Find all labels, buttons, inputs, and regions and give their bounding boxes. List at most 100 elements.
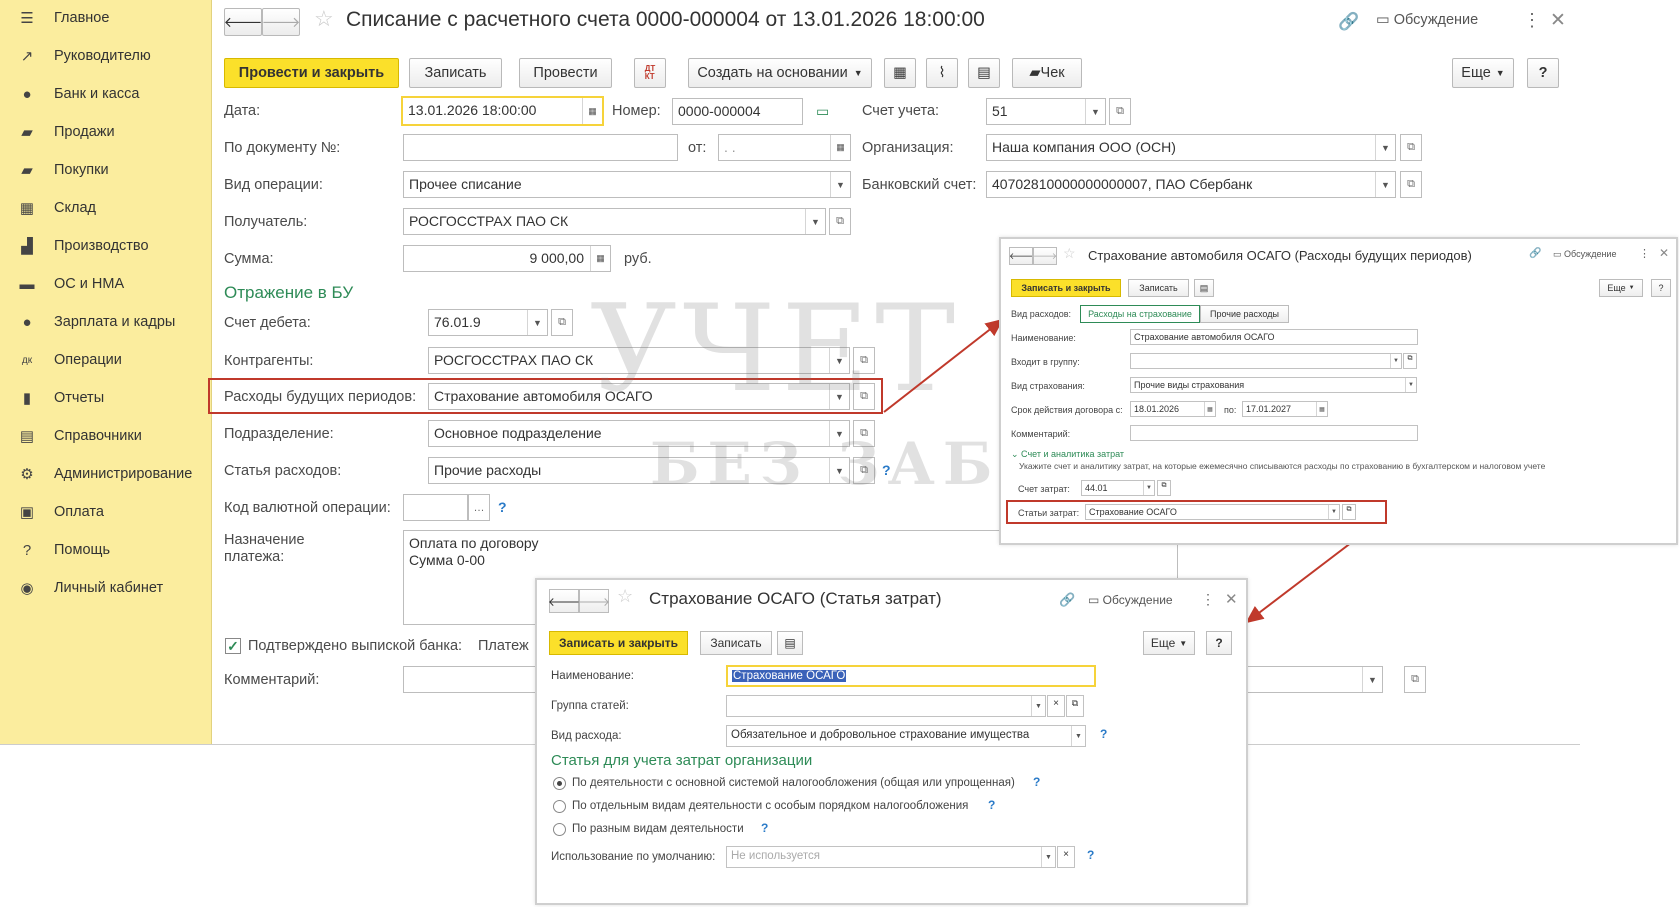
term-to-field[interactable]: 17.01.2027 ▦ xyxy=(1242,401,1328,417)
open-cost-items-button[interactable]: ⧉ xyxy=(1342,504,1356,520)
help-question-icon[interactable]: ? xyxy=(1087,848,1094,862)
forward-button[interactable]: 🡒 xyxy=(1033,247,1057,265)
star-icon[interactable]: ☆ xyxy=(617,586,633,607)
comment-field[interactable] xyxy=(1130,425,1418,441)
chevron-down-icon[interactable]: ▼ xyxy=(1328,505,1339,519)
discussion-button[interactable]: ▭ Обсуждение xyxy=(1553,249,1616,260)
chevron-down-icon: ▼ xyxy=(1628,285,1635,291)
discussion-button[interactable]: ▭ Обсуждение xyxy=(1088,593,1173,607)
save-and-close-button[interactable]: Записать и закрыть xyxy=(1011,279,1121,297)
default-usage-label: Использование по умолчанию: xyxy=(551,851,716,863)
insurance-kind-label: Вид страхования: xyxy=(1011,381,1085,391)
clear-default-usage-button[interactable]: × xyxy=(1057,846,1075,868)
open-group-button[interactable]: ⧉ xyxy=(1066,695,1084,717)
radio-different-activities-label: По разным видам деятельности xyxy=(572,823,744,835)
default-usage-field[interactable]: Не используется ▼ xyxy=(726,846,1056,868)
more-button[interactable]: Еще ▼ xyxy=(1143,631,1195,655)
clear-icon: × xyxy=(1053,698,1059,709)
save-button[interactable]: Записать xyxy=(1128,279,1189,297)
report-button[interactable]: ▤ xyxy=(1194,279,1214,297)
calendar-icon[interactable]: ▦ xyxy=(1316,402,1327,416)
more-vertical-icon[interactable]: ⋮ xyxy=(1639,247,1650,260)
cost-account-field[interactable]: 44.01 ▼ xyxy=(1081,480,1155,496)
document-icon: ▤ xyxy=(784,636,796,650)
help-question-icon[interactable]: ? xyxy=(1100,727,1107,741)
link-icon[interactable]: 🔗 xyxy=(1529,248,1541,259)
close-icon[interactable]: ✕ xyxy=(1659,246,1669,260)
back-button[interactable]: 🡐 xyxy=(1009,247,1033,265)
contract-term-label: Срок действия договора с: xyxy=(1011,405,1123,415)
radio-special-tax-system[interactable] xyxy=(553,800,566,813)
open-icon: ⧉ xyxy=(1407,355,1413,362)
expense-kind-label: Вид расходов: xyxy=(1011,309,1072,319)
radio-main-tax-system[interactable] xyxy=(553,777,566,790)
radio-different-activities[interactable] xyxy=(553,823,566,836)
chat-icon: ▭ xyxy=(1553,249,1565,259)
name-label: Наименование: xyxy=(1011,333,1076,343)
arrow-right-icon: 🡒 xyxy=(577,594,611,609)
close-icon[interactable]: ✕ xyxy=(1225,590,1238,608)
help-question-icon[interactable]: ? xyxy=(1033,775,1040,789)
cost-account-label: Счет затрат: xyxy=(1018,484,1070,494)
chevron-down-icon[interactable]: ▼ xyxy=(1390,354,1401,368)
group-field[interactable]: ▼ xyxy=(1130,353,1402,369)
chevron-down-icon: ▼ xyxy=(1179,638,1188,648)
forward-button[interactable]: 🡒 xyxy=(577,589,611,613)
more-button[interactable]: Еще ▼ xyxy=(1599,279,1643,297)
analytics-hint: Укажите счет и аналитику затрат, на кото… xyxy=(1019,461,1546,471)
open-icon: ⧉ xyxy=(1161,482,1167,489)
help-button[interactable]: ? xyxy=(1651,279,1671,297)
arrow-right-icon: 🡒 xyxy=(1032,250,1058,261)
comment-label: Комментарий: xyxy=(1011,429,1071,439)
section-cost-accounting: Статья для учета затрат организации xyxy=(551,752,813,769)
chat-icon: ▭ xyxy=(1088,593,1103,607)
cost-items-label: Статьи затрат: xyxy=(1018,508,1080,518)
arrow-left-icon: 🡐 xyxy=(1008,250,1034,261)
radio-special-tax-system-label: По отдельным видам деятельности с особым… xyxy=(572,800,969,812)
document-icon: ▤ xyxy=(1199,282,1209,293)
save-and-close-button[interactable]: Записать и закрыть xyxy=(549,631,688,655)
name-field[interactable]: Страхование автомобиля ОСАГО xyxy=(1130,329,1418,345)
cost-items-field[interactable]: Страхование ОСАГО ▼ xyxy=(1085,504,1340,520)
term-from-field[interactable]: 18.01.2026 ▦ xyxy=(1130,401,1216,417)
save-button[interactable]: Записать xyxy=(700,631,772,655)
chevron-down-icon[interactable]: ▼ xyxy=(1031,696,1045,716)
help-question-icon[interactable]: ? xyxy=(988,798,995,812)
chevron-down-icon[interactable]: ▼ xyxy=(1143,481,1154,495)
clear-group-button[interactable]: × xyxy=(1047,695,1065,717)
group-label: Группа статей: xyxy=(551,700,629,712)
future-expenses-window: 🡐 🡒 ☆ Страхование автомобиля ОСАГО (Расх… xyxy=(999,237,1678,545)
expense-kind-label: Вид расхода: xyxy=(551,730,622,742)
open-group-button[interactable]: ⧉ xyxy=(1403,353,1417,369)
window-title: Страхование автомобиля ОСАГО (Расходы бу… xyxy=(1088,248,1472,263)
chevron-down-icon: ⌄ xyxy=(1011,449,1022,459)
arrow-to-rbp-window xyxy=(883,318,1004,413)
help-button[interactable]: ? xyxy=(1206,631,1232,655)
chevron-down-icon[interactable]: ▼ xyxy=(1071,726,1085,746)
link-icon[interactable]: 🔗 xyxy=(1059,592,1075,608)
report-button[interactable]: ▤ xyxy=(777,631,803,655)
name-field[interactable]: Страхование ОСАГО xyxy=(726,665,1096,687)
open-icon: ⧉ xyxy=(1346,506,1352,513)
cost-item-window: 🡐 🡒 ☆ Страхование ОСАГО (Статья затрат) … xyxy=(535,578,1248,905)
tab-other-expenses[interactable]: Прочие расходы xyxy=(1200,305,1289,323)
help-question-icon[interactable]: ? xyxy=(761,821,768,835)
chevron-down-icon[interactable]: ▼ xyxy=(1041,847,1055,867)
open-cost-account-button[interactable]: ⧉ xyxy=(1157,480,1171,496)
chevron-down-icon[interactable]: ▼ xyxy=(1405,378,1416,392)
window-title: Страхование ОСАГО (Статья затрат) xyxy=(649,589,942,608)
clear-icon: × xyxy=(1063,849,1069,860)
group-label: Входит в группу: xyxy=(1011,357,1080,367)
radio-main-tax-system-label: По деятельности с основной системой нало… xyxy=(572,777,1015,789)
expense-kind-field[interactable]: Обязательное и добровольное страхование … xyxy=(726,725,1086,747)
tab-insurance-expenses[interactable]: Расходы на страхование xyxy=(1080,305,1200,323)
more-vertical-icon[interactable]: ⋮ xyxy=(1201,591,1215,608)
insurance-kind-field[interactable]: Прочие виды страхования ▼ xyxy=(1130,377,1417,393)
name-label: Наименование: xyxy=(551,670,634,682)
group-field[interactable]: ▼ xyxy=(726,695,1046,717)
back-button[interactable]: 🡐 xyxy=(548,589,580,613)
calendar-icon[interactable]: ▦ xyxy=(1204,402,1215,416)
analytics-section-toggle[interactable]: ⌄ Счет и аналитика затрат xyxy=(1011,449,1124,460)
star-icon[interactable]: ☆ xyxy=(1063,245,1076,262)
term-to-label: по: xyxy=(1224,405,1237,415)
